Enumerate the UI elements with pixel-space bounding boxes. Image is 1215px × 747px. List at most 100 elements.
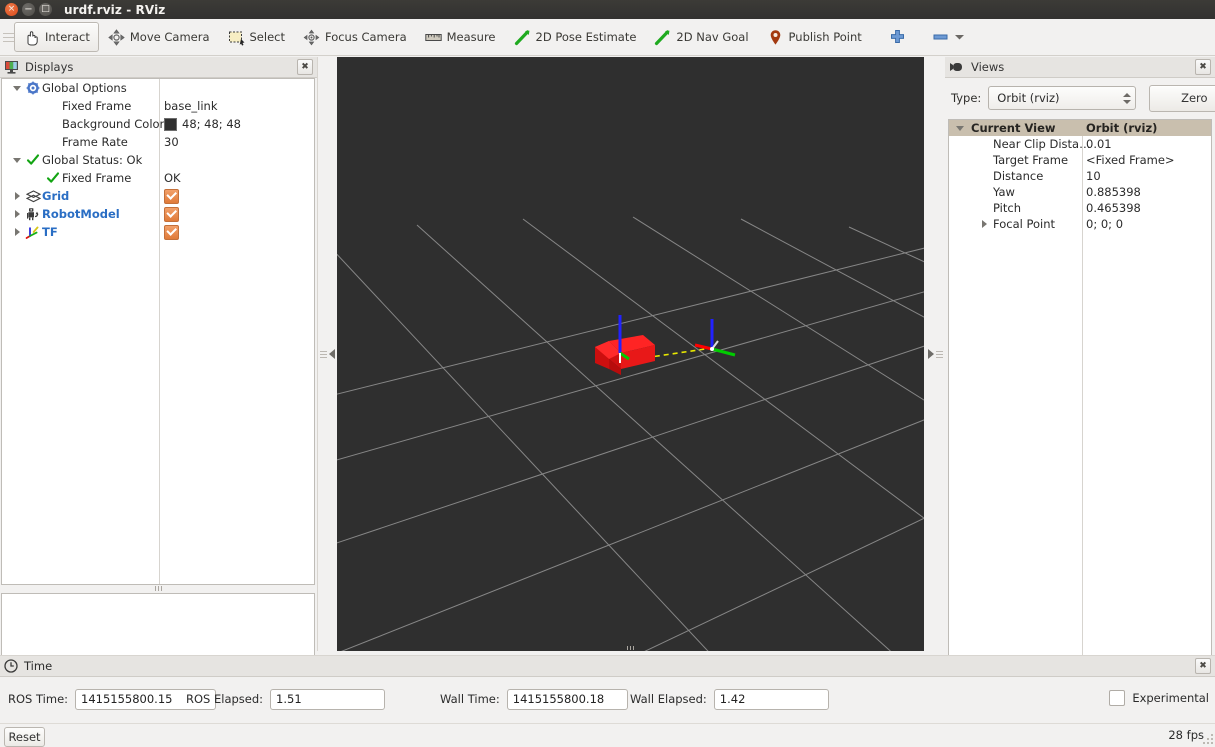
displays-row-tf[interactable]: TF (2, 223, 314, 241)
displays-row-label: Fixed Frame (62, 99, 132, 113)
minus-icon (933, 34, 948, 40)
views-row-value[interactable]: 0.01 (1086, 137, 1112, 151)
displays-value[interactable]: 48; 48; 48 (164, 117, 241, 131)
toolbar-drag-handle[interactable] (3, 27, 14, 47)
experimental-label: Experimental (1132, 691, 1209, 705)
time-field-label: ROS Time: (8, 692, 69, 706)
3d-scene (337, 57, 924, 651)
minimize-window-button[interactable]: − (22, 3, 35, 16)
views-row-current-view[interactable]: Current View Orbit (rviz) (949, 120, 1211, 136)
toolbar-item-label: Select (249, 30, 285, 44)
views-panel-header: Views ✖ (945, 57, 1215, 78)
displays-value[interactable]: OK (164, 171, 181, 185)
views-row-near-clip-dista[interactable]: Near Clip Dista… 0.01 (949, 136, 1211, 152)
collapse-right-handle[interactable] (926, 57, 944, 651)
toolbar-item-label: Publish Point (788, 30, 862, 44)
expand-arrow-right-icon[interactable] (10, 228, 24, 236)
views-row-value[interactable]: Orbit (rviz) (1086, 121, 1157, 135)
views-row-key: Target Frame (993, 153, 1069, 167)
displays-close-button[interactable]: ✖ (297, 59, 313, 75)
zero-button[interactable]: Zero (1149, 84, 1215, 112)
views-row-value[interactable]: 0.885398 (1086, 185, 1141, 199)
experimental-checkbox[interactable] (1109, 690, 1126, 706)
toolbar-item-2d-pose-estimate[interactable]: 2D Pose Estimate (505, 22, 646, 52)
toolbar-item-publish-point[interactable]: Publish Point (758, 22, 871, 52)
views-row-key: Pitch (993, 201, 1021, 215)
close-window-button[interactable]: × (5, 3, 18, 16)
displays-row-fixed-frame[interactable]: Fixed Frame OK (2, 169, 314, 187)
views-row-distance[interactable]: Distance 10 (949, 168, 1211, 184)
views-row-yaw[interactable]: Yaw 0.885398 (949, 184, 1211, 200)
experimental-toggle[interactable]: Experimental (1109, 690, 1209, 706)
expand-arrow-down-icon[interactable] (10, 85, 24, 91)
displays-tree[interactable]: Global Options Fixed Frame base_link Backgr… (1, 78, 315, 585)
resize-grip[interactable] (1202, 733, 1214, 745)
toolbar-item-2d-nav-goal[interactable]: 2D Nav Goal (645, 22, 757, 52)
displays-value[interactable]: base_link (164, 99, 218, 113)
time-field-input[interactable]: 1.42 (713, 688, 829, 710)
time-field-label: Wall Time: (440, 692, 500, 706)
render-view-splitter[interactable] (615, 645, 645, 651)
ruler-icon (424, 33, 442, 41)
views-row-value[interactable]: 0; 0; 0 (1086, 217, 1123, 231)
displays-enable-checkbox[interactable] (164, 188, 179, 204)
views-close-button[interactable]: ✖ (1195, 59, 1211, 75)
toolbar-item-interact[interactable]: Interact (14, 22, 99, 52)
time-close-button[interactable]: ✖ (1195, 658, 1211, 674)
toolbar-item-select[interactable]: Select (219, 22, 294, 52)
reset-button[interactable]: Reset (4, 727, 45, 747)
displays-row-global-status-ok[interactable]: Global Status: Ok (2, 151, 314, 169)
displays-row-frame-rate[interactable]: Frame Rate 30 (2, 133, 314, 151)
views-row-target-frame[interactable]: Target Frame <Fixed Frame> (949, 152, 1211, 168)
time-field-input[interactable]: 1415155800.18 (506, 688, 628, 710)
expand-arrow-right-icon[interactable] (977, 216, 991, 232)
clock-icon (4, 659, 18, 673)
views-row-value[interactable]: 10 (1086, 169, 1101, 183)
toolbar-item-move-camera[interactable]: Move Camera (99, 22, 219, 52)
expand-arrow-down-icon[interactable] (953, 120, 967, 136)
toolbar-item-focus-camera[interactable]: Focus Camera (294, 22, 416, 52)
displays-enable-checkbox[interactable] (164, 206, 179, 222)
displays-splitter[interactable] (140, 585, 176, 592)
gear-icon (24, 80, 42, 96)
3d-render-view[interactable] (337, 57, 924, 651)
collapse-left-handle[interactable] (318, 57, 336, 651)
views-row-value[interactable]: 0.465398 (1086, 201, 1141, 215)
toolbar-item-label: Focus Camera (324, 30, 407, 44)
color-swatch (164, 117, 177, 131)
time-field-input[interactable]: 1.51 (270, 688, 386, 710)
collapse-left-icon (328, 349, 335, 359)
view-type-label: Type: (951, 91, 982, 105)
view-type-select[interactable]: Orbit (rviz) (988, 86, 1137, 110)
window-controls: × − □ (0, 3, 52, 16)
remove-tool-button[interactable] (932, 31, 965, 43)
check-ok-icon (24, 152, 42, 168)
add-tool-button[interactable] (889, 29, 906, 46)
displays-value[interactable]: 30 (164, 135, 179, 149)
fps-indicator: 28 fps (1168, 728, 1204, 742)
displays-row-label: Grid (42, 189, 70, 203)
check-ok-icon (44, 170, 62, 186)
map-pin-icon (770, 29, 780, 45)
view-type-row: Type: Orbit (rviz) Zero (951, 84, 1215, 112)
views-tree[interactable]: Current View Orbit (rviz) Near Clip Dista…… (948, 119, 1212, 669)
view-type-value: Orbit (rviz) (997, 91, 1060, 105)
views-row-value[interactable]: <Fixed Frame> (1086, 153, 1175, 167)
maximize-window-button[interactable]: □ (39, 3, 52, 16)
time-panel-header: Time ✖ (0, 656, 1215, 677)
views-row-pitch[interactable]: Pitch 0.465398 (949, 200, 1211, 216)
displays-row-background-color[interactable]: Background Color 48; 48; 48 (2, 115, 314, 133)
views-row-focal-point[interactable]: Focal Point 0; 0; 0 (949, 216, 1211, 232)
close-icon: ✖ (301, 61, 309, 72)
expand-arrow-right-icon[interactable] (10, 192, 24, 200)
expand-arrow-down-icon[interactable] (10, 157, 24, 163)
displays-row-global-options[interactable]: Global Options (2, 79, 314, 97)
toolbar-item-label: Interact (45, 30, 90, 44)
displays-row-robotmodel[interactable]: RobotModel (2, 205, 314, 223)
displays-row-grid[interactable]: Grid (2, 187, 314, 205)
expand-arrow-right-icon[interactable] (10, 210, 24, 218)
displays-enable-checkbox[interactable] (164, 224, 179, 240)
robot-model-icon (24, 206, 42, 222)
toolbar-item-measure[interactable]: Measure (416, 22, 505, 52)
displays-row-fixed-frame[interactable]: Fixed Frame base_link (2, 97, 314, 115)
